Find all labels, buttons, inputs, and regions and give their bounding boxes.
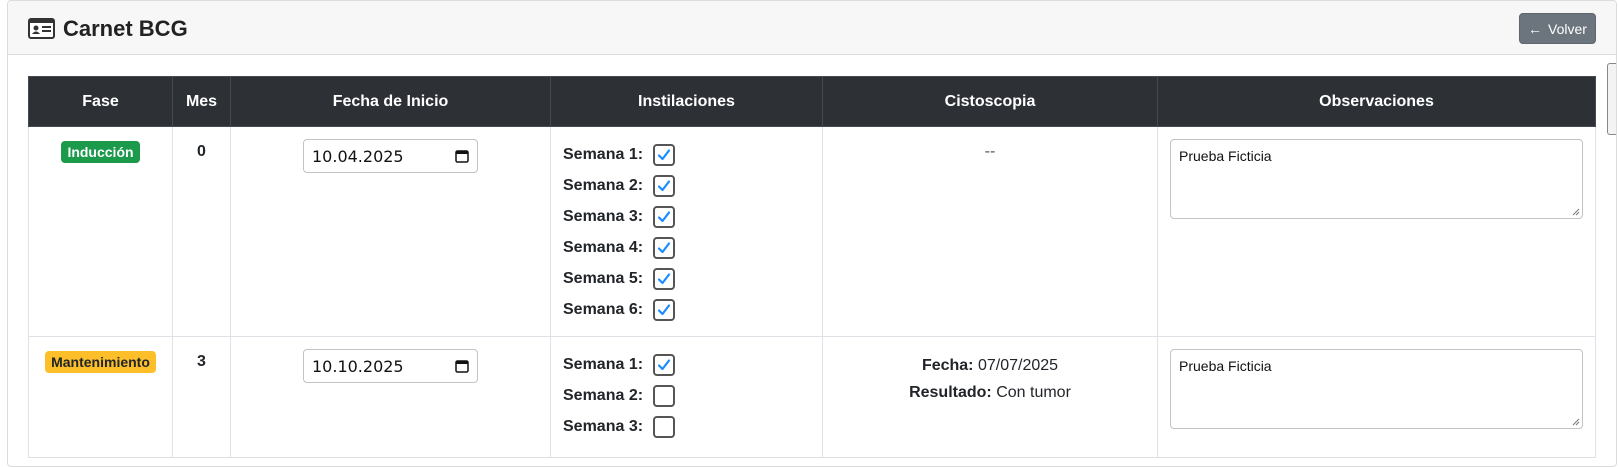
- week-item: Semana 3:: [563, 411, 822, 442]
- week-6-checkbox[interactable]: [653, 298, 675, 321]
- fecha-inicio-value: 10.10.2025: [312, 356, 404, 376]
- observaciones-cell: Prueba Ficticia: [1157, 336, 1596, 458]
- column-header-instilaciones: Instilaciones: [550, 76, 823, 127]
- week-3-checkbox[interactable]: [653, 415, 675, 438]
- week-1-checkbox[interactable]: [653, 143, 675, 166]
- cistoscopia-fecha-label: Fecha:: [921, 357, 974, 374]
- week-label: Semana 6:: [563, 300, 644, 318]
- card-header: Carnet BCG ← Volver: [8, 1, 1616, 55]
- week-item: Semana 5:: [563, 263, 822, 294]
- id-card-icon: [28, 18, 55, 39]
- week-3-checkbox[interactable]: [653, 205, 675, 228]
- column-header-cistoscopia: Cistoscopia: [822, 76, 1158, 127]
- week-label: Semana 3:: [563, 207, 644, 225]
- arrow-left-icon: ←: [1528, 20, 1543, 37]
- fecha-cell: 10.10.2025: [230, 336, 551, 458]
- week-item: Semana 6:: [563, 294, 822, 325]
- page-title: Carnet BCG: [63, 16, 188, 41]
- calendar-icon[interactable]: [455, 149, 469, 163]
- week-item: Semana 4:: [563, 232, 822, 263]
- fase-cell: Mantenimiento: [28, 336, 173, 458]
- week-label: Semana 5:: [563, 269, 644, 287]
- column-header-observaciones: Observaciones: [1157, 76, 1596, 127]
- column-header-mes: Mes: [172, 76, 231, 127]
- back-button[interactable]: ← Volver: [1519, 13, 1596, 44]
- bcg-table: Fase Mes Fecha de Inicio Instilaciones C…: [28, 76, 1596, 458]
- resize-grip-icon[interactable]: [1572, 208, 1580, 216]
- carnet-card: Carnet BCG ← Volver Fase Mes Fecha de In…: [7, 0, 1617, 467]
- week-item: Semana 1:: [563, 349, 822, 380]
- week-label: Semana 2:: [563, 386, 644, 404]
- scrollbar[interactable]: [1607, 63, 1616, 135]
- observaciones-text: Prueba Ficticia: [1179, 148, 1272, 164]
- week-item: Semana 1:: [563, 139, 822, 170]
- week-item: Semana 2:: [563, 170, 822, 201]
- week-item: Semana 3:: [563, 201, 822, 232]
- cistoscopia-resultado-label: Resultado:: [909, 384, 992, 401]
- table-row: Inducción 0 10.04.2025 Semana 1: Semana …: [28, 126, 1596, 337]
- week-2-checkbox[interactable]: [653, 384, 675, 407]
- column-header-fecha-inicio: Fecha de Inicio: [230, 76, 551, 127]
- resize-grip-icon[interactable]: [1572, 418, 1580, 426]
- observaciones-text: Prueba Ficticia: [1179, 358, 1272, 374]
- column-header-fase: Fase: [28, 76, 173, 127]
- observaciones-cell: Prueba Ficticia: [1157, 126, 1596, 337]
- week-label: Semana 2:: [563, 176, 644, 194]
- table-row: Mantenimiento 3 10.10.2025 Semana 1: Sem…: [28, 336, 1596, 458]
- mes-cell: 0: [172, 126, 231, 337]
- mes-cell: 3: [172, 336, 231, 458]
- back-button-label: Volver: [1548, 20, 1587, 37]
- week-item: Semana 2:: [563, 380, 822, 411]
- fecha-cell: 10.04.2025: [230, 126, 551, 337]
- observaciones-textarea[interactable]: Prueba Ficticia: [1170, 139, 1583, 219]
- check-icon: [657, 358, 671, 370]
- week-1-checkbox[interactable]: [653, 353, 675, 376]
- observaciones-textarea[interactable]: Prueba Ficticia: [1170, 349, 1583, 429]
- cistoscopia-fecha: Fecha: 07/07/2025: [823, 352, 1157, 379]
- mes-value: 3: [197, 353, 206, 370]
- week-label: Semana 3:: [563, 417, 644, 435]
- week-label: Semana 1:: [563, 145, 644, 163]
- check-icon: [657, 210, 671, 222]
- fecha-inicio-value: 10.04.2025: [312, 146, 404, 166]
- check-icon: [657, 148, 671, 160]
- cistoscopia-cell: --: [822, 126, 1158, 337]
- cistoscopia-value: --: [984, 143, 996, 160]
- week-label: Semana 1:: [563, 355, 644, 373]
- week-5-checkbox[interactable]: [653, 267, 675, 290]
- fecha-inicio-input[interactable]: 10.10.2025: [303, 349, 478, 383]
- check-icon: [657, 272, 671, 284]
- check-icon: [657, 241, 671, 253]
- fase-cell: Inducción: [28, 126, 173, 337]
- fecha-inicio-input[interactable]: 10.04.2025: [303, 139, 478, 173]
- cistoscopia-cell: Fecha: 07/07/2025 Resultado: Con tumor: [822, 336, 1158, 458]
- instilaciones-cell: Semana 1: Semana 2: Semana 3: Semana 4: …: [550, 126, 823, 337]
- week-label: Semana 4:: [563, 238, 644, 256]
- status-badge: Inducción: [61, 141, 140, 163]
- week-2-checkbox[interactable]: [653, 174, 675, 197]
- calendar-icon[interactable]: [455, 359, 469, 373]
- cistoscopia-resultado: Resultado: Con tumor: [823, 379, 1157, 406]
- cistoscopia-fecha-value: 07/07/2025: [977, 357, 1059, 374]
- check-icon: [657, 179, 671, 191]
- status-badge: Mantenimiento: [45, 351, 156, 373]
- mes-value: 0: [197, 143, 206, 160]
- check-icon: [657, 303, 671, 315]
- cistoscopia-resultado-value: Con tumor: [996, 384, 1071, 401]
- table-header-row: Fase Mes Fecha de Inicio Instilaciones C…: [28, 76, 1596, 127]
- instilaciones-cell: Semana 1: Semana 2: Semana 3:: [550, 336, 823, 458]
- week-4-checkbox[interactable]: [653, 236, 675, 259]
